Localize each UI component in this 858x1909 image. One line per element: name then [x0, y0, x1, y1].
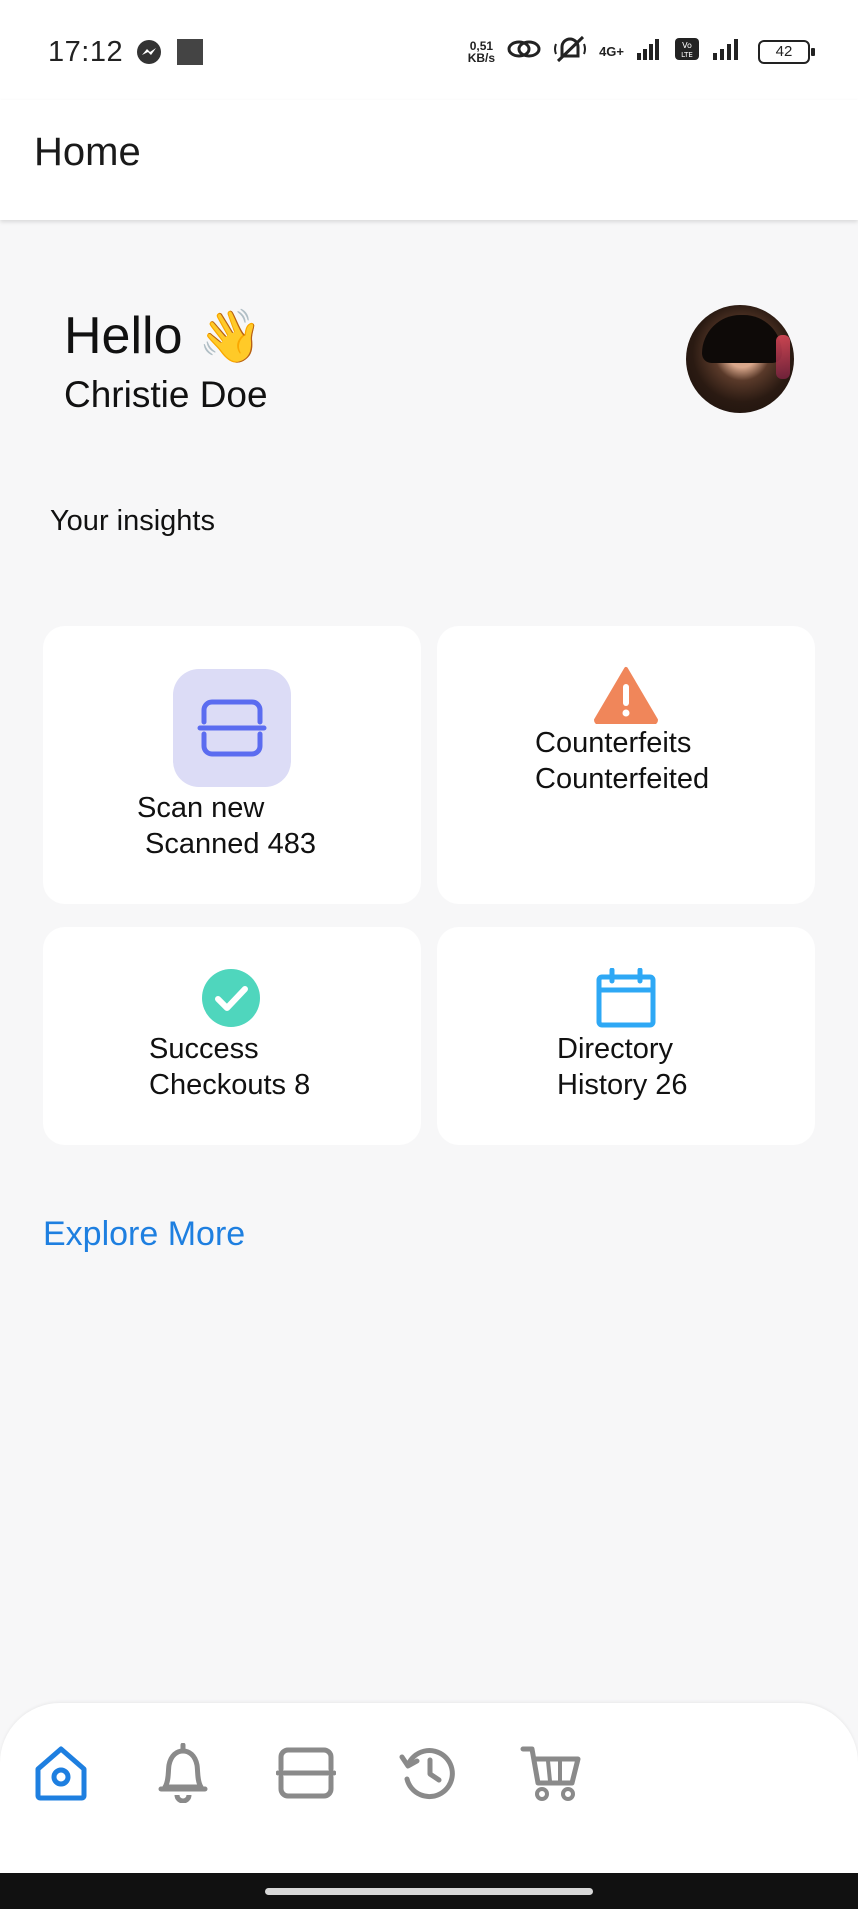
net-speed-unit: KB/s	[467, 50, 496, 65]
signal-icon	[712, 37, 746, 66]
check-circle-icon	[201, 968, 261, 1033]
counterfeits-card-count: Counterfeited	[535, 763, 710, 795]
vibrate-off-icon	[553, 34, 587, 69]
explore-more-link[interactable]: Explore More	[43, 1215, 245, 1254]
insights-title: Your insights	[50, 505, 215, 537]
success-card-count: Checkouts 8	[149, 1069, 311, 1101]
status-left-icons	[136, 38, 204, 71]
directory-card-count: History 26	[557, 1069, 688, 1101]
bell-icon	[155, 1742, 211, 1808]
home-gesture-pill[interactable]	[265, 1888, 593, 1895]
square-notification-icon	[176, 38, 204, 71]
svg-text:LTE: LTE	[681, 51, 693, 59]
user-name: Christie Doe	[64, 374, 268, 415]
nav-notifications-button[interactable]	[150, 1742, 216, 1808]
net-speed-value: 0,51	[469, 38, 494, 53]
history-icon	[399, 1743, 459, 1808]
status-right-icons: 0,51 KB/s 4G+ Vo LTE 42	[468, 34, 815, 69]
greeting-hello: Hello	[64, 307, 183, 365]
nav-cart-button[interactable]	[518, 1742, 584, 1808]
home-icon	[32, 1744, 90, 1807]
page-title: Home	[34, 130, 141, 174]
net-speed: 0,51 KB/s	[468, 40, 495, 64]
svg-text:Vo: Vo	[682, 41, 692, 50]
calendar-icon	[595, 967, 657, 1033]
avatar[interactable]	[686, 305, 794, 413]
success-card-label: Success	[149, 1033, 259, 1065]
network-type: 4G+	[599, 44, 624, 59]
battery-icon: 42	[758, 39, 815, 64]
cart-icon	[520, 1743, 582, 1808]
warning-icon	[593, 666, 659, 729]
signal-icon	[636, 37, 662, 66]
wave-emoji-icon: 👋	[198, 308, 263, 366]
nav-history-button[interactable]	[396, 1742, 462, 1808]
nav-scan-button[interactable]	[273, 1742, 339, 1808]
volte-icon: Vo LTE	[674, 37, 700, 66]
scan-icon	[275, 1745, 337, 1806]
messenger-icon	[136, 39, 162, 70]
link-icon	[507, 36, 541, 67]
directory-card-label: Directory	[557, 1033, 674, 1065]
scan-icon	[196, 692, 268, 769]
status-time: 17:12	[48, 36, 124, 68]
counterfeits-card-label: Counterfeits	[535, 727, 692, 759]
scan-card-label: Scan new	[137, 792, 265, 824]
scan-card-count: Scanned 483	[137, 828, 316, 860]
nav-home-button[interactable]	[28, 1742, 94, 1808]
